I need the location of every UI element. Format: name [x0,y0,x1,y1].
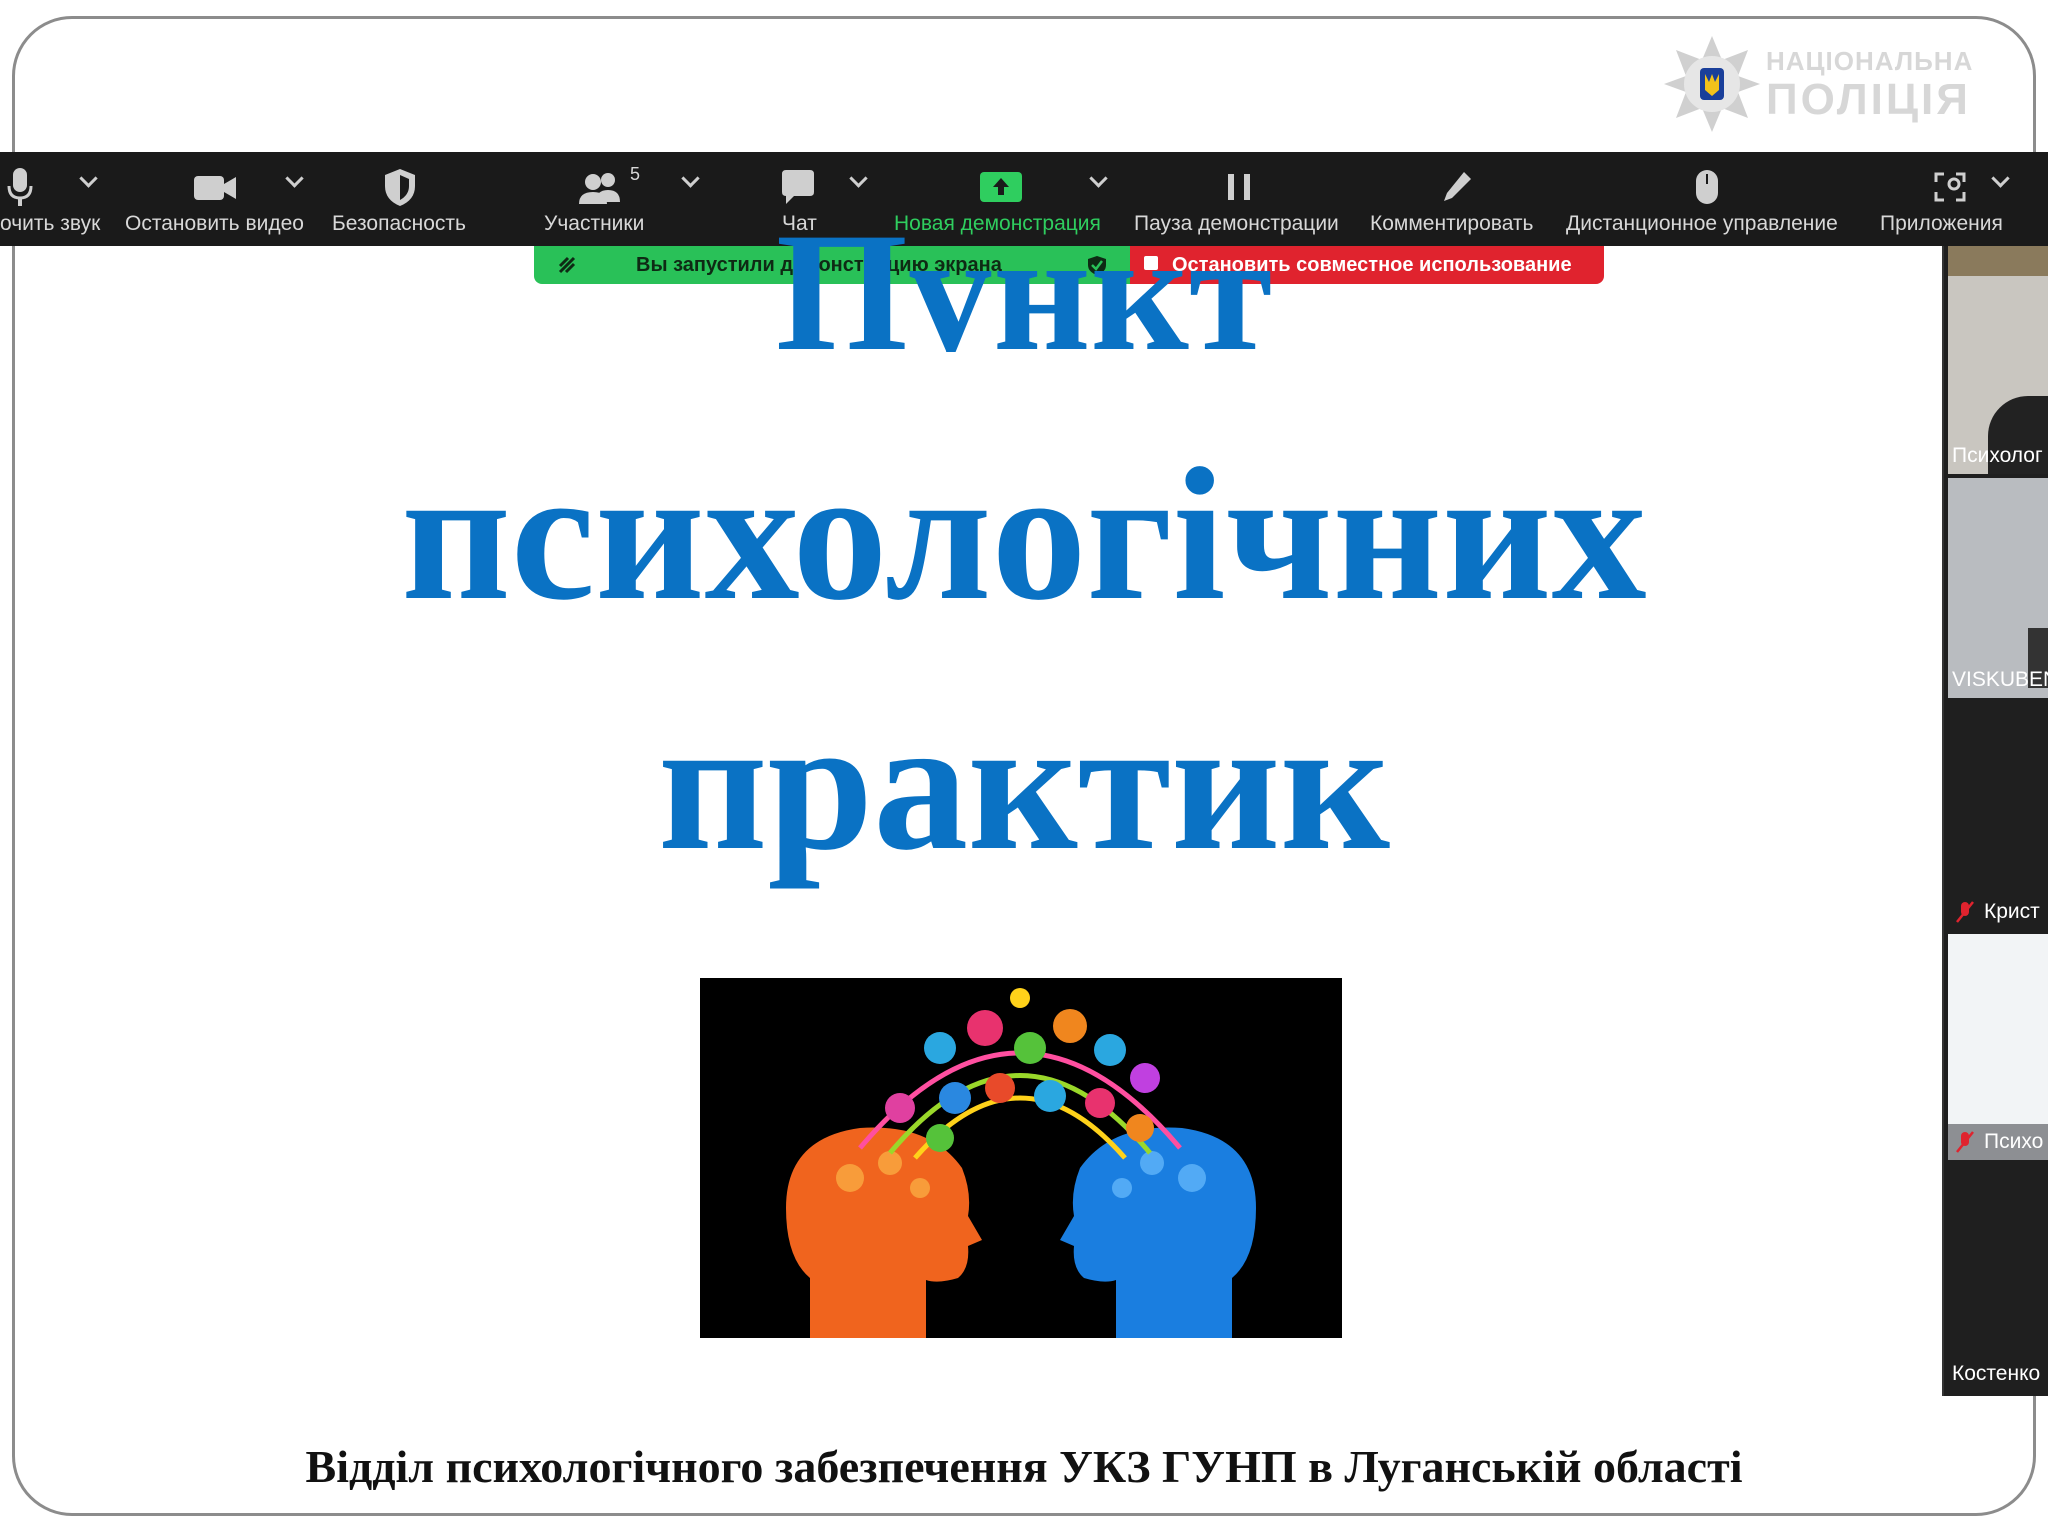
logo-line2: ПОЛІЦІЯ [1766,75,1971,124]
participant-name: Костенко [1952,1362,2041,1385]
slide-title-line2: психологічних [401,430,1647,640]
chat-icon [782,170,814,204]
participant-name: Психо [1984,1130,2044,1153]
slide-title-line1: Пункт [775,222,1273,352]
share-screen-icon [980,172,1022,202]
chevron-down-icon[interactable] [79,169,98,188]
microphone-icon [7,168,33,206]
participant-name: Крист [1984,900,2040,923]
psychology-heads-illustration [700,978,1342,1338]
muted-mic-icon [1956,1131,1974,1153]
participant-panel: Психолог VISKUBEN Крист Психо Костенко [1942,246,2048,1396]
video-camera-icon [194,176,236,200]
chevron-down-icon[interactable] [849,169,868,188]
shield-icon [385,169,415,206]
chevron-down-icon[interactable] [285,169,304,188]
chevron-down-icon[interactable] [1991,169,2010,188]
participant-tile[interactable]: Психо [1948,934,2048,1160]
heads-image [786,988,1256,1338]
mouse-icon [1696,170,1718,204]
participants-count-badge: 5 [630,164,641,184]
muted-mic-icon [1956,901,1974,923]
pause-icon [1228,174,1250,200]
chevron-down-icon[interactable] [1089,169,1108,188]
participants-icon [579,173,620,204]
slide-title-line3: практик [658,680,1390,890]
chevron-down-icon[interactable] [681,169,700,188]
police-logo: НАЦІОНАЛЬНА ПОЛІЦІЯ [1662,34,1992,134]
apps-icon [1934,172,1966,202]
police-star-icon [1664,36,1760,132]
slide-footer: Відділ психологічного забезпечення УКЗ Г… [305,1441,1743,1492]
participant-tile[interactable]: Психолог [1948,246,2048,474]
participant-tile[interactable]: Костенко [1948,1164,2048,1392]
participant-name: Психолог [1952,444,2043,467]
pencil-icon [1444,172,1471,201]
logo-line1: НАЦІОНАЛЬНА [1766,46,1974,76]
participant-tile[interactable]: Крист [1948,702,2048,930]
participant-name: VISKUBEN [1952,668,2048,691]
participant-tile[interactable]: VISKUBEN [1948,478,2048,698]
